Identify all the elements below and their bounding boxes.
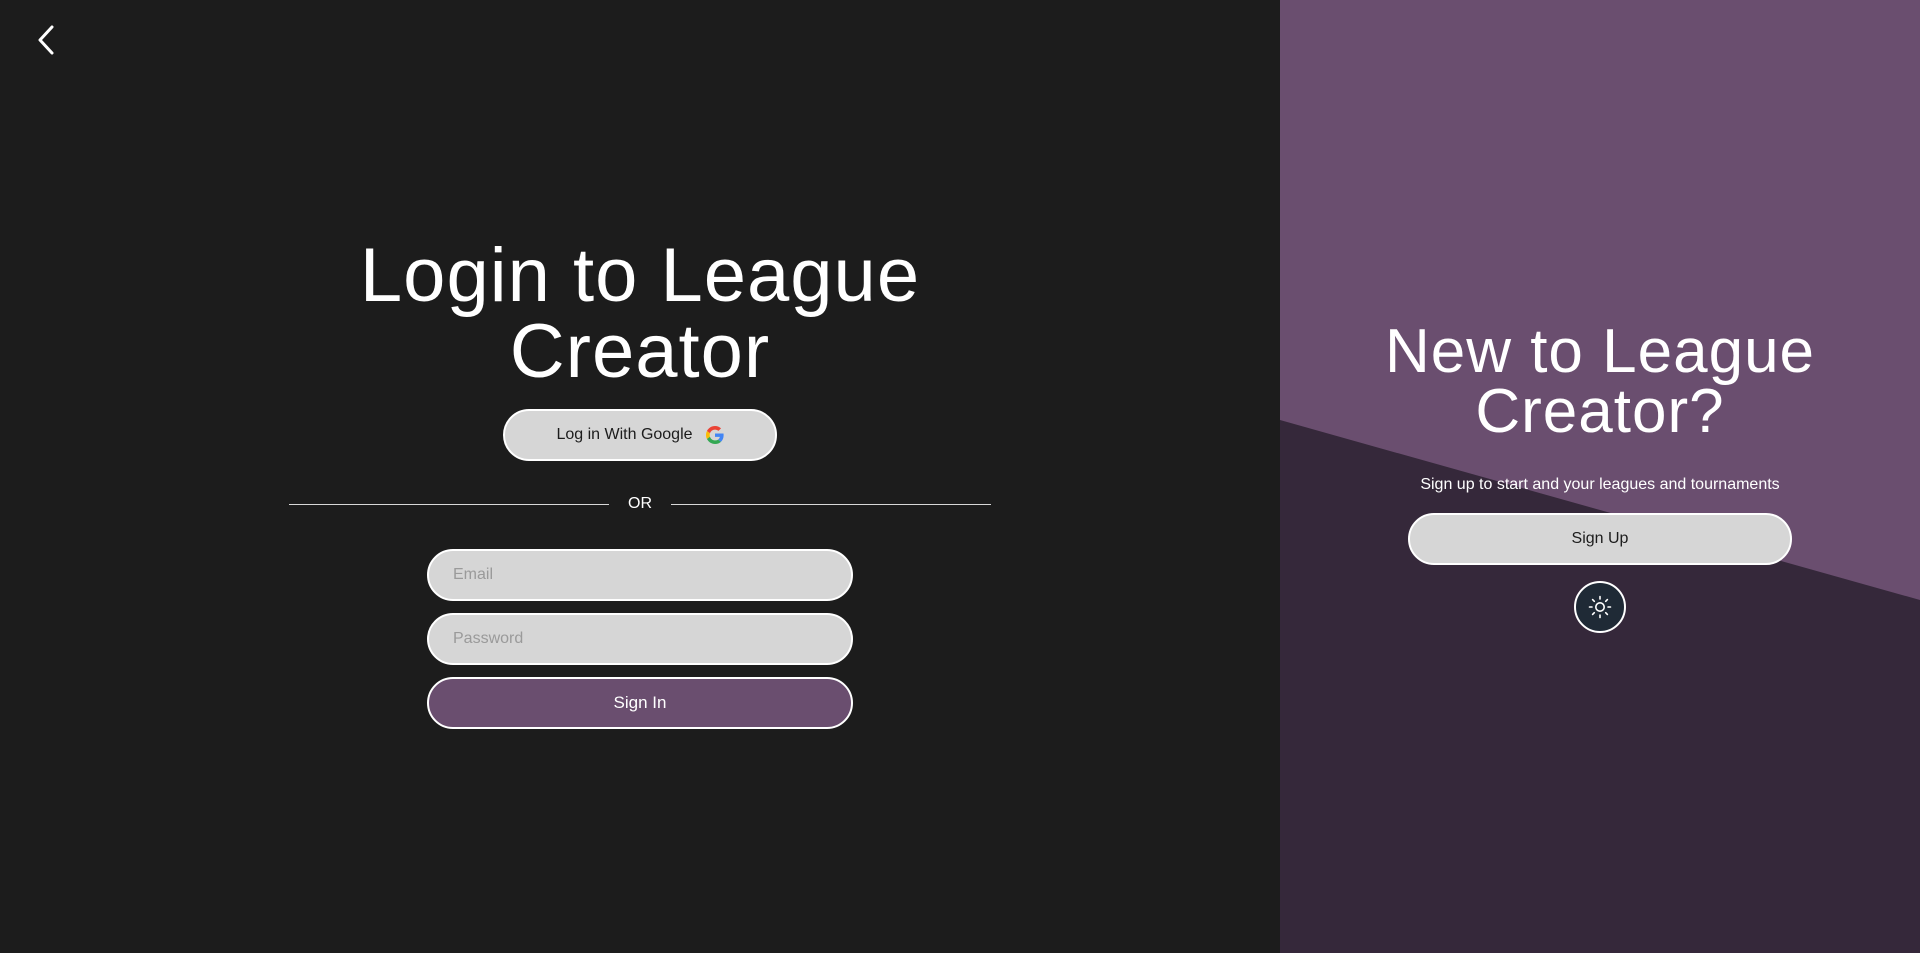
divider-line-right [671,504,991,505]
google-g-icon [705,426,724,444]
chevron-left-icon [38,25,54,55]
login-page: Login to League Creator Log in With Goog… [0,0,1920,953]
sun-icon [1588,595,1612,619]
password-field[interactable] [427,613,853,665]
login-panel: Login to League Creator Log in With Goog… [0,0,1280,953]
sign-in-button[interactable]: Sign In [427,677,853,729]
theme-toggle-button[interactable] [1574,581,1626,633]
google-login-button[interactable]: Log in With Google [503,409,777,461]
login-title: Login to League Creator [359,233,921,394]
or-divider-label: OR [628,495,652,512]
google-login-label: Log in With Google [556,426,693,443]
sign-up-button[interactable]: Sign Up [1408,513,1792,565]
divider-line-left [289,504,609,505]
signup-title: New to League Creator? [1384,317,1816,446]
email-field[interactable] [427,549,853,601]
back-button[interactable] [26,20,66,60]
signup-subtitle: Sign up to start and your leagues and to… [1420,476,1780,493]
